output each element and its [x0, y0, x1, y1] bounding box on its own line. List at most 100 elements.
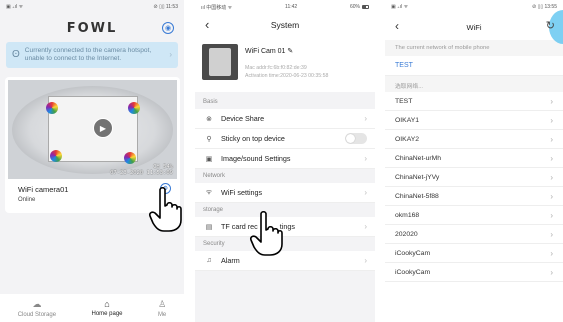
- tab-cloud-storage[interactable]: ☁ Cloud Storage: [18, 299, 56, 318]
- status-bar: ııl 中国移动 ᯤ 11:42 60%: [195, 0, 375, 14]
- row-image-sound[interactable]: ▣ Image/sound Settings ›: [195, 149, 375, 169]
- tab-me[interactable]: ♙ Me: [158, 299, 166, 318]
- row-label: Alarm: [221, 256, 240, 265]
- device-mac: Mac addr:fc:6b:f0:82:de:39: [245, 65, 307, 71]
- network-item[interactable]: iCookyCam ›: [385, 263, 563, 282]
- refresh-icon[interactable]: ↻: [546, 19, 555, 32]
- status-right: ⊘ ▯▯ 13:55: [532, 4, 557, 10]
- sticky-toggle[interactable]: [345, 133, 367, 144]
- network-name: OIKAY2: [395, 135, 420, 143]
- app-header: ‹ System: [195, 14, 375, 36]
- section-storage: storage: [203, 207, 224, 213]
- select-network-label: 选取网络...: [385, 76, 563, 92]
- device-name-text: WiFi Cam 01: [245, 48, 286, 55]
- color-swatch: [46, 102, 58, 114]
- chevron-right-icon: ›: [550, 191, 553, 201]
- row-device-share[interactable]: ⊗ Device Share ›: [195, 109, 375, 129]
- network-name: ChinaNet-5f88: [395, 192, 439, 200]
- image-icon: ▣: [205, 155, 213, 163]
- status-left: ▣ ₊ıl ᯤ: [6, 4, 24, 10]
- chevron-right-icon: ›: [550, 134, 553, 144]
- network-item[interactable]: OIKAY2 ›: [385, 130, 563, 149]
- page-title: WiFi: [466, 22, 482, 32]
- color-swatch: [50, 150, 62, 162]
- status-bar: ▣ ₊ıl ᯤ ⊘ ▯▯ 11:53: [0, 0, 184, 14]
- phone-system-screen: ııl 中国移动 ᯤ 11:42 60% ‹ System WiFi Cam 0…: [195, 0, 375, 322]
- row-label: Sticky on top device: [221, 134, 285, 143]
- network-name: ChinaNet-urMh: [395, 154, 442, 162]
- camera-preview[interactable]: ▶ CH 54% 07-23-2020 11:53:09: [8, 80, 177, 179]
- cloud-icon: ☁: [32, 298, 42, 309]
- chevron-right-icon: ›: [364, 256, 367, 265]
- edit-icon[interactable]: ✎: [287, 48, 293, 55]
- network-item[interactable]: okm168 ›: [385, 206, 563, 225]
- device-activation: Activation time:2020-06-23 00:35:58: [245, 73, 329, 79]
- banner-line-1: Currently connected to the camera hotspo…: [24, 46, 152, 54]
- broadcast-icon: ʘ: [12, 48, 20, 60]
- battery-icon: [362, 5, 369, 9]
- chevron-right-icon: ›: [364, 114, 367, 123]
- chevron-right-icon: ›: [550, 172, 553, 182]
- chevron-right-icon: ›: [550, 267, 553, 277]
- bottom-tab-bar: ☁ Cloud Storage ⌂ Home page ♙ Me: [0, 294, 184, 322]
- status-center: 11:42: [285, 4, 298, 10]
- status-left: ııl 中国移动 ᯤ: [201, 4, 233, 11]
- color-swatch: [124, 152, 136, 164]
- chevron-right-icon: ›: [550, 153, 553, 163]
- network-item[interactable]: ChinaNet-jYVy ›: [385, 168, 563, 187]
- device-info: WiFi Cam 01 ✎ Mac addr:fc:6b:f0:82:de:39…: [195, 36, 375, 92]
- hotspot-banner[interactable]: ʘ Currently connected to the camera hots…: [6, 42, 178, 68]
- network-name: TEST: [395, 97, 413, 105]
- tab-home-page[interactable]: ⌂ Home page: [91, 299, 122, 317]
- row-label: Image/sound Settings: [221, 154, 291, 163]
- tab-label: Cloud Storage: [17, 311, 57, 318]
- status-right: 60%: [350, 4, 369, 10]
- row-sticky[interactable]: ⚲ Sticky on top device: [195, 129, 375, 149]
- chevron-right-icon: ›: [550, 210, 553, 220]
- device-name: WiFi Cam 01 ✎: [245, 47, 293, 55]
- row-alarm[interactable]: ♫ Alarm ›: [195, 251, 375, 271]
- person-icon: ♙: [158, 298, 167, 309]
- chevron-right-icon: ›: [364, 222, 367, 231]
- share-icon: ⊗: [206, 115, 212, 123]
- battery-percent: 60%: [349, 4, 360, 10]
- bell-icon: ♫: [206, 257, 212, 264]
- camera-name: WiFi camera01: [18, 185, 69, 194]
- settings-icon[interactable]: ◉: [162, 22, 174, 34]
- phone-home-screen: ▣ ₊ıl ᯤ ⊘ ▯▯ 11:53 FOWL ◉ ʘ Currently co…: [0, 0, 184, 322]
- network-list: TEST › OIKAY1 › OIKAY2 › ChinaNet-urMh › ChinaNe…: [385, 92, 563, 282]
- current-network: TEST: [385, 56, 563, 76]
- section-security: Security: [203, 241, 225, 247]
- camera-status: Online: [18, 197, 36, 203]
- status-left: ▣ ₊ıl ᯤ: [391, 4, 409, 10]
- current-network-label: The current network of mobile phone: [385, 40, 563, 56]
- chevron-right-icon: ›: [364, 188, 367, 197]
- osd-timestamp: 07-23-2020 11:53:09: [110, 169, 173, 176]
- network-name: iCookyCam: [395, 249, 431, 257]
- home-icon: ⌂: [104, 299, 110, 309]
- back-icon[interactable]: ‹: [395, 19, 399, 33]
- network-name: OIKAY1: [395, 116, 420, 124]
- row-tf-card[interactable]: ▤ TF card rec tings ›: [195, 217, 375, 237]
- sd-card-icon: ▤: [205, 223, 213, 231]
- network-item[interactable]: ChinaNet-5f88 ›: [385, 187, 563, 206]
- tab-label: Me: [157, 311, 167, 318]
- pin-icon: ⚲: [206, 135, 212, 143]
- video-osd: CH 54% 07-23-2020 11:53:09: [110, 164, 173, 176]
- network-item[interactable]: iCookyCam ›: [385, 244, 563, 263]
- page-title: System: [270, 20, 300, 30]
- row-wifi-settings[interactable]: ᯤ WiFi settings ›: [195, 183, 375, 203]
- section-basis: Basis: [203, 99, 218, 105]
- network-name: 202020: [395, 230, 418, 238]
- network-item[interactable]: OIKAY1 ›: [385, 111, 563, 130]
- device-thumbnail: [202, 44, 238, 80]
- network-name: okm168: [395, 211, 420, 219]
- chevron-right-icon: ›: [550, 248, 553, 258]
- row-label: WiFi settings: [221, 188, 263, 197]
- back-icon[interactable]: ‹: [205, 17, 209, 32]
- play-icon[interactable]: ▶: [93, 118, 113, 138]
- network-item[interactable]: ChinaNet-urMh ›: [385, 149, 563, 168]
- network-item[interactable]: TEST ›: [385, 92, 563, 111]
- network-item[interactable]: 202020 ›: [385, 225, 563, 244]
- pointing-hand-icon: [148, 186, 184, 232]
